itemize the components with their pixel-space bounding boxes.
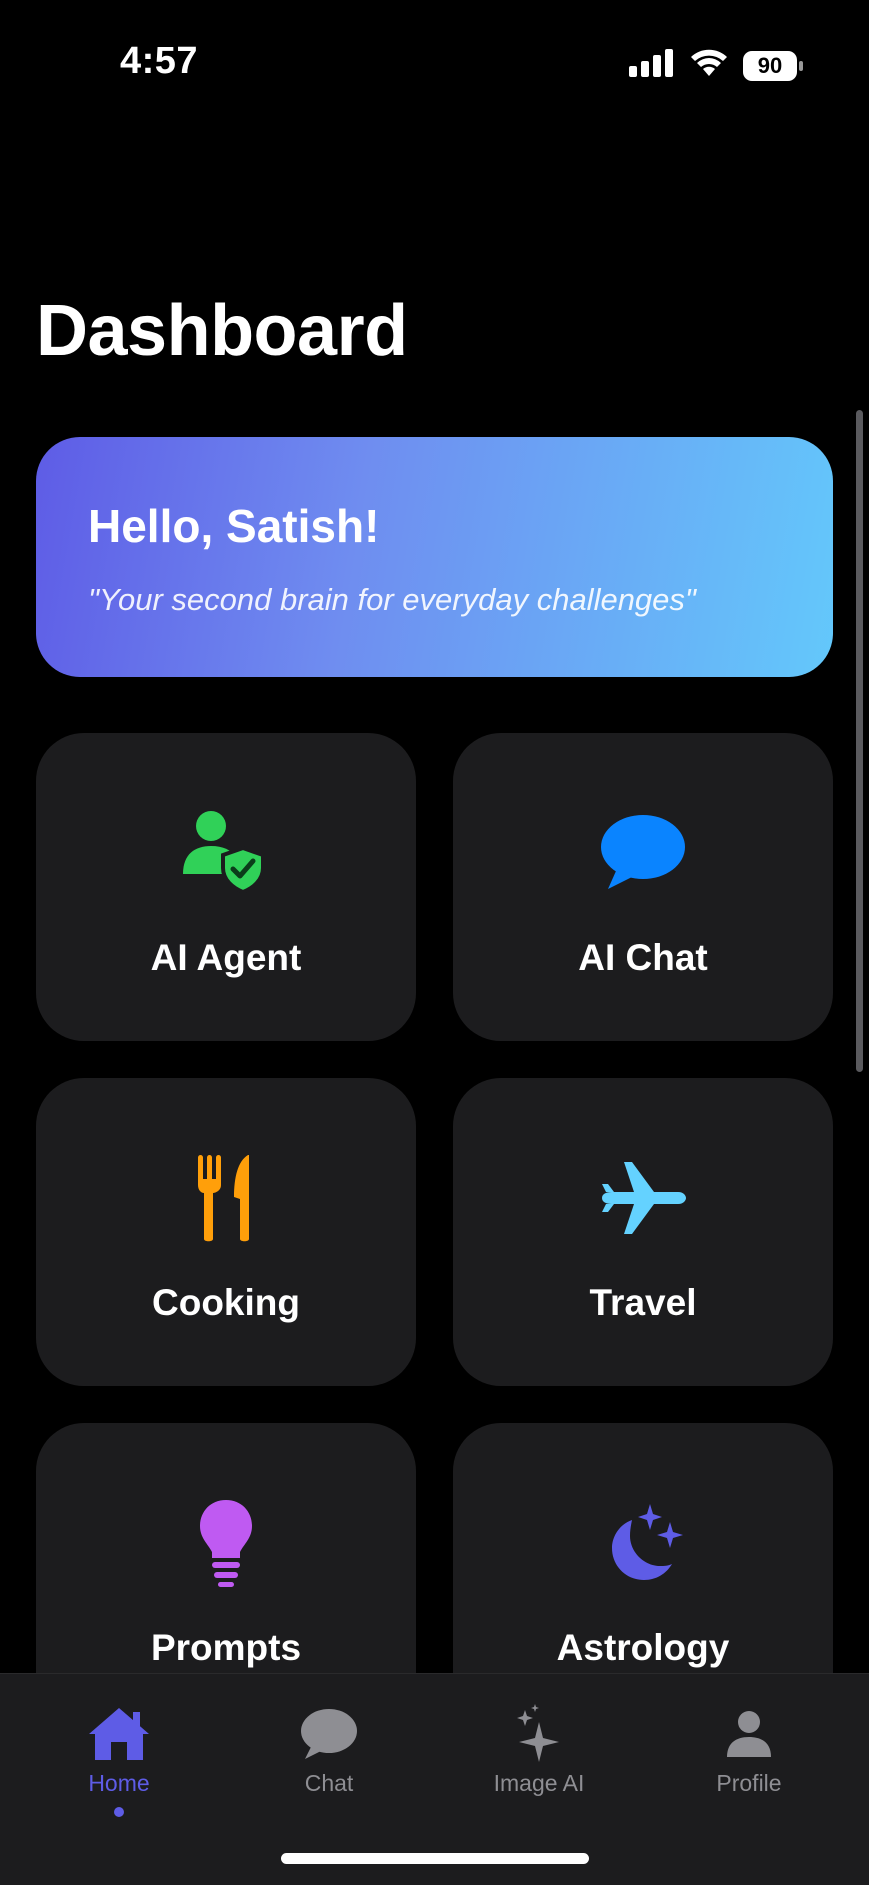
- ai-chat-label: AI Chat: [578, 937, 708, 978]
- chat-bubble-icon: [294, 1704, 364, 1764]
- scrollbar[interactable]: [856, 410, 863, 1072]
- dashboard-screen: 4:57 90 Dashboard Hello, Satish! "Your s…: [0, 0, 869, 1885]
- ai-agent-label: AI Agent: [150, 937, 302, 978]
- ai-agent-tile[interactable]: AI Agent: [36, 733, 416, 1041]
- battery-icon: 90: [743, 50, 803, 81]
- travel-tile[interactable]: Travel: [453, 1078, 833, 1386]
- page-title: Dashboard: [36, 291, 408, 371]
- wifi-icon: [689, 48, 729, 83]
- speech-bubble-icon: [593, 803, 693, 903]
- prompts-label: Prompts: [150, 1627, 302, 1668]
- lightbulb-icon: [176, 1493, 276, 1593]
- home-indicator[interactable]: [281, 1853, 589, 1864]
- status-icons: 90: [629, 48, 803, 83]
- tab-image-ai[interactable]: Image AI: [449, 1704, 629, 1834]
- travel-label: Travel: [589, 1282, 697, 1323]
- tab-chat-label: Chat: [304, 1770, 354, 1796]
- airplane-icon: [593, 1148, 693, 1248]
- greeting-card: Hello, Satish! "Your second brain for ev…: [36, 437, 833, 677]
- ai-chat-tile[interactable]: AI Chat: [453, 733, 833, 1041]
- tab-image-ai-label: Image AI: [493, 1770, 585, 1796]
- fork-knife-icon: [176, 1148, 276, 1248]
- sparkles-icon: [504, 1704, 574, 1764]
- cellular-signal-icon: [629, 49, 675, 82]
- status-bar: 4:57 90: [0, 0, 869, 130]
- tab-chat[interactable]: Chat: [239, 1704, 419, 1834]
- tab-home[interactable]: Home: [29, 1704, 209, 1834]
- person-icon: [714, 1704, 784, 1764]
- greeting-quote: "Your second brain for everyday challeng…: [88, 582, 696, 617]
- tab-profile-label: Profile: [716, 1770, 782, 1796]
- active-tab-indicator: [114, 1807, 124, 1817]
- cooking-label: Cooking: [152, 1282, 300, 1323]
- status-time: 4:57: [120, 40, 199, 82]
- tab-profile[interactable]: Profile: [659, 1704, 839, 1834]
- cooking-tile[interactable]: Cooking: [36, 1078, 416, 1386]
- house-icon: [84, 1704, 154, 1764]
- greeting-title: Hello, Satish!: [88, 500, 380, 552]
- astrology-label: Astrology: [556, 1627, 730, 1668]
- person-shield-icon: [176, 803, 276, 903]
- tab-home-label: Home: [88, 1770, 150, 1796]
- moon-stars-icon: [593, 1493, 693, 1593]
